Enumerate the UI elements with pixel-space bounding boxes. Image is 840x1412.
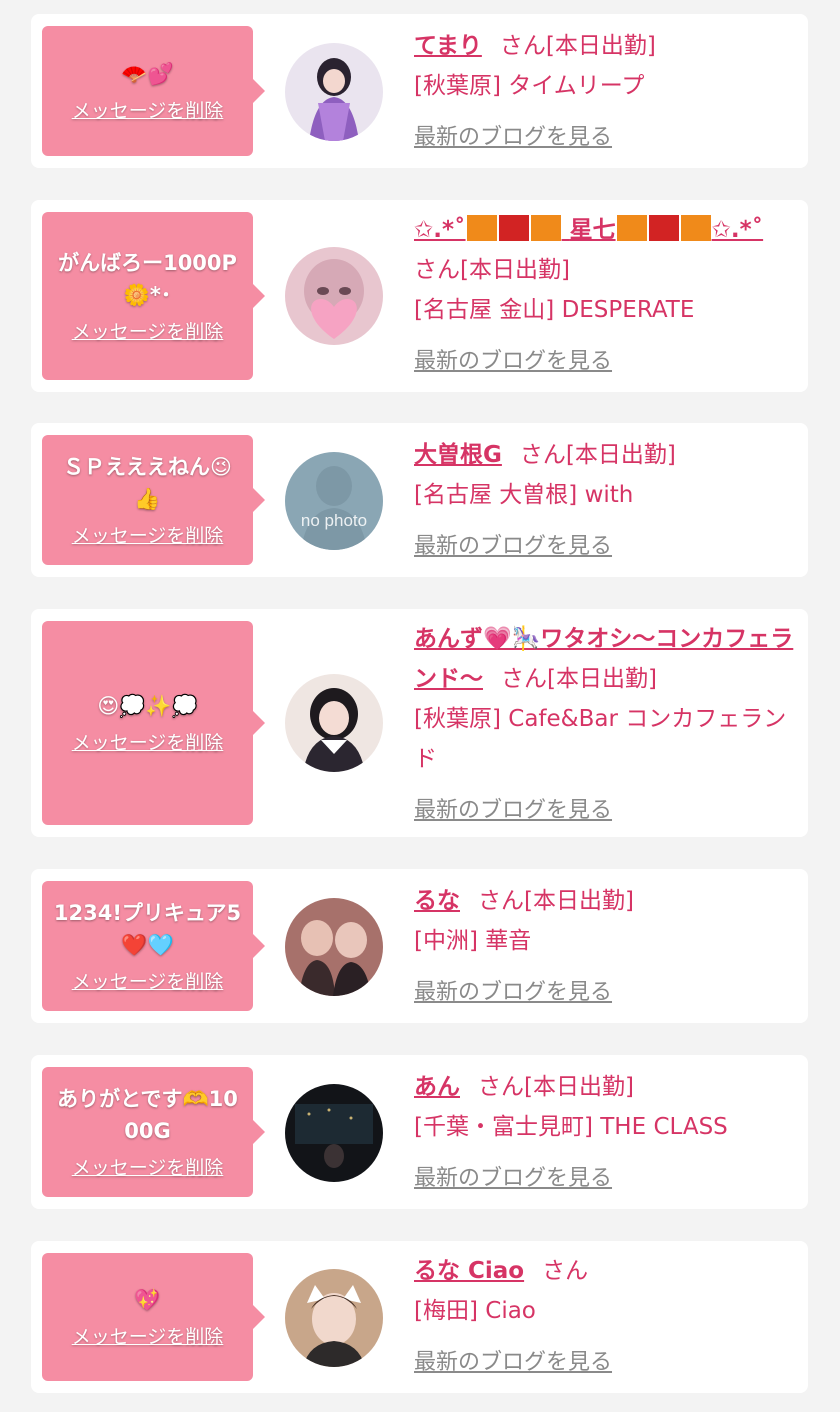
orange-square-icon bbox=[466, 215, 497, 241]
message-text: がんばろー1000P🌼*･ bbox=[58, 251, 237, 307]
delete-message-link[interactable]: メッセージを削除 bbox=[72, 969, 224, 995]
today-status: [本日出勤] bbox=[460, 257, 570, 283]
cast-info: ✩.*˚ 星七 ✩.*˚ さん[本日出勤] [名古屋 金山] DESPERATE … bbox=[414, 210, 794, 382]
shop-name: [千葉・富士見町] THE CLASS bbox=[414, 1114, 728, 1140]
message-card: 1234!プリキュア5❤️🩵 メッセージを削除 るな さん[本日出勤] [中洲] … bbox=[31, 869, 808, 1023]
message-bubble: 🪭💕 メッセージを削除 bbox=[42, 26, 265, 156]
avatar[interactable] bbox=[285, 1084, 383, 1182]
message-text: 💖 bbox=[134, 1288, 161, 1312]
delete-message-link[interactable]: メッセージを削除 bbox=[72, 319, 224, 345]
cast-info: てまり さん[本日出勤] [秋葉原] タイムリープ 最新のブログを見る bbox=[414, 26, 794, 158]
message-text: 🪭💕 bbox=[121, 62, 174, 86]
cast-info: 大曽根G さん[本日出勤] [名古屋 大曽根] with 最新のブログを見る bbox=[414, 435, 794, 567]
cast-info: あんず💗🎠ワタオシ〜コンカフェランド〜 さん[本日出勤] [秋葉原] Cafe&B… bbox=[414, 619, 794, 831]
honorific-label: さん bbox=[478, 1074, 524, 1100]
latest-blog-link[interactable]: 最新のブログを見る bbox=[414, 791, 794, 831]
honorific-label: さん bbox=[499, 33, 546, 59]
message-card: 🪭💕 メッセージを削除 てまり さん[本日出勤] [秋葉原] タイムリープ 最新の… bbox=[31, 14, 808, 168]
orange-square-icon bbox=[616, 215, 647, 241]
latest-blog-link[interactable]: 最新のブログを見る bbox=[414, 342, 794, 382]
cast-name-link[interactable]: るな Ciao bbox=[414, 1258, 524, 1284]
message-bubble: 😍💭✨💭 メッセージを削除 bbox=[42, 621, 265, 825]
today-status: [本日出勤] bbox=[547, 666, 657, 692]
message-text: ＳＰえええねん😉👍 bbox=[63, 455, 232, 511]
message-bubble: 💖 メッセージを削除 bbox=[42, 1253, 265, 1381]
cast-info: るな Ciao さん [梅田] Ciao 最新のブログを見る bbox=[414, 1251, 794, 1383]
honorific-label: さん bbox=[542, 1258, 589, 1284]
cast-info: るな さん[本日出勤] [中洲] 華音 最新のブログを見る bbox=[414, 881, 794, 1013]
delete-message-link[interactable]: メッセージを削除 bbox=[72, 523, 224, 549]
cast-name-link[interactable]: るな bbox=[414, 888, 460, 914]
cast-name-link[interactable]: ✩.*˚ 星七 ✩.*˚ bbox=[414, 215, 763, 243]
message-text: 😍💭✨💭 bbox=[97, 694, 198, 718]
avatar[interactable] bbox=[285, 898, 383, 996]
message-card: 😍💭✨💭 メッセージを削除 あんず💗🎠ワタオシ〜コンカフェランド〜 さん[本日出勤… bbox=[31, 609, 808, 837]
honorific-label: さん bbox=[478, 888, 524, 914]
avatar[interactable] bbox=[285, 43, 383, 141]
honorific-label: さん bbox=[501, 666, 547, 692]
honorific-label: さん bbox=[414, 257, 460, 283]
cast-name-link[interactable]: 大曽根G bbox=[414, 442, 502, 468]
shop-name: [梅田] Ciao bbox=[414, 1298, 536, 1324]
orange-square-icon bbox=[530, 215, 561, 241]
message-card: 💖 メッセージを削除 るな Ciao さん [梅田] Ciao 最新のブログを見る bbox=[31, 1241, 808, 1393]
message-text: 1234!プリキュア5❤️🩵 bbox=[53, 901, 242, 957]
delete-message-link[interactable]: メッセージを削除 bbox=[72, 730, 224, 756]
shop-name: [秋葉原] タイムリープ bbox=[414, 73, 645, 99]
today-status: [本日出勤] bbox=[565, 442, 676, 468]
message-bubble: 1234!プリキュア5❤️🩵 メッセージを削除 bbox=[42, 881, 265, 1011]
message-bubble: ＳＰえええねん😉👍 メッセージを削除 bbox=[42, 435, 265, 565]
avatar[interactable] bbox=[285, 674, 383, 772]
today-status: [本日出勤] bbox=[524, 1074, 634, 1100]
orange-square-icon bbox=[680, 215, 711, 241]
message-text: ありがとです🫶1000G bbox=[57, 1087, 238, 1143]
cast-name-link[interactable]: あん bbox=[414, 1074, 460, 1100]
message-card: ＳＰえええねん😉👍 メッセージを削除 no photo 大曽根G さん[本日出勤]… bbox=[31, 423, 808, 577]
message-card: ありがとです🫶1000G メッセージを削除 あん さん[本日出勤] [千葉・富士見… bbox=[31, 1055, 808, 1209]
no-photo-label: no photo bbox=[301, 511, 367, 530]
delete-message-link[interactable]: メッセージを削除 bbox=[72, 1324, 224, 1350]
shop-name: [名古屋 金山] DESPERATE bbox=[414, 297, 695, 323]
shop-name: [名古屋 大曽根] with bbox=[414, 482, 634, 508]
latest-blog-link[interactable]: 最新のブログを見る bbox=[414, 118, 794, 158]
honorific-label: さん bbox=[519, 442, 566, 468]
avatar[interactable] bbox=[285, 1269, 383, 1367]
message-card: がんばろー1000P🌼*･ メッセージを削除 ✩.*˚ 星七 ✩.*˚ さん[本日… bbox=[31, 200, 808, 392]
cast-name-link[interactable]: てまり bbox=[414, 33, 482, 59]
today-status: [本日出勤] bbox=[545, 33, 656, 59]
message-bubble: ありがとです🫶1000G メッセージを削除 bbox=[42, 1067, 265, 1197]
red-square-icon bbox=[648, 215, 679, 241]
today-status: [本日出勤] bbox=[524, 888, 634, 914]
no-photo-avatar[interactable]: no photo bbox=[285, 452, 383, 550]
latest-blog-link[interactable]: 最新のブログを見る bbox=[414, 1343, 794, 1383]
avatar[interactable] bbox=[285, 247, 383, 345]
shop-name: [秋葉原] Cafe&Bar コンカフェランド bbox=[414, 706, 787, 772]
shop-name: [中洲] 華音 bbox=[414, 928, 532, 954]
message-bubble: がんばろー1000P🌼*･ メッセージを削除 bbox=[42, 212, 265, 380]
message-list: 🪭💕 メッセージを削除 てまり さん[本日出勤] [秋葉原] タイムリープ 最新の… bbox=[0, 0, 840, 1412]
cast-info: あん さん[本日出勤] [千葉・富士見町] THE CLASS 最新のブログを見る bbox=[414, 1067, 794, 1199]
latest-blog-link[interactable]: 最新のブログを見る bbox=[414, 973, 794, 1013]
latest-blog-link[interactable]: 最新のブログを見る bbox=[414, 1159, 794, 1199]
latest-blog-link[interactable]: 最新のブログを見る bbox=[414, 527, 794, 567]
red-square-icon bbox=[498, 215, 529, 241]
delete-message-link[interactable]: メッセージを削除 bbox=[72, 1155, 224, 1181]
delete-message-link[interactable]: メッセージを削除 bbox=[72, 98, 224, 124]
